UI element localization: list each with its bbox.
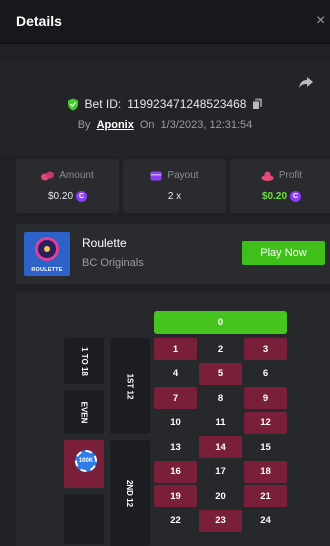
number-cell-7[interactable]: 7 [154, 387, 197, 409]
profit-icon [261, 171, 274, 181]
amount-card: Amount $0.20 C [16, 159, 119, 213]
game-thumbnail[interactable]: ROULETTE [24, 232, 70, 276]
number-cell-23[interactable]: 23 [199, 509, 242, 532]
coins-icon [41, 171, 55, 180]
game-provider: BC Originals [82, 257, 144, 269]
profit-label: Profit [278, 170, 303, 181]
number-cell-6[interactable]: 6 [244, 362, 287, 385]
profit-value: $0.20 [261, 191, 288, 202]
bet-stats: Amount $0.20 C Payout 2 x Profit $0.20 C [16, 159, 330, 213]
outside-bet-column[interactable] [64, 494, 104, 544]
details-header: Details × [0, 0, 330, 44]
page-title: Details [16, 13, 62, 29]
number-cell-5[interactable]: 5 [199, 362, 242, 385]
payout-label: Payout [167, 170, 199, 181]
by-label: By [77, 119, 91, 131]
user-link[interactable]: Aponix [97, 119, 134, 131]
number-cell-14[interactable]: 14 [199, 436, 242, 458]
number-cell-16[interactable]: 16 [154, 460, 197, 483]
game-name: Roulette [82, 236, 127, 250]
close-icon[interactable]: × [316, 12, 328, 30]
amount-value: $0.20 [47, 191, 74, 202]
number-cell-13[interactable]: 13 [154, 436, 197, 458]
roulette-board: 0 1 TO 18 EVEN 100K 1ST 12 2ND 12 123456… [16, 292, 330, 546]
copy-icon[interactable] [252, 98, 263, 110]
thumbnail-label: ROULETTE [31, 267, 63, 273]
share-icon[interactable] [298, 74, 314, 90]
number-cell-20[interactable]: 20 [199, 485, 242, 507]
number-cell-8[interactable]: 8 [199, 387, 242, 409]
bet-id-label: Bet ID: [84, 97, 122, 111]
bet-id-row: Bet ID: 119923471248523468 [0, 96, 330, 112]
bet-meta-row: By Aponix On 1/3/2023, 12:31:54 [0, 117, 330, 133]
payout-value: 2 x [167, 191, 182, 202]
game-card: ROULETTE Roulette BC Originals Play Now [16, 224, 330, 284]
number-cell-12[interactable]: 12 [244, 411, 287, 434]
number-cell-2[interactable]: 2 [199, 338, 242, 360]
profit-card: Profit $0.20 C [230, 159, 330, 213]
number-cell-24[interactable]: 24 [244, 509, 287, 532]
coin-icon: C [76, 191, 88, 202]
play-now-button[interactable]: Play Now [242, 241, 325, 265]
amount-label: Amount [59, 170, 94, 181]
on-label: On [139, 119, 155, 131]
number-cell-22[interactable]: 22 [154, 509, 197, 532]
number-cell-3[interactable]: 3 [244, 338, 287, 360]
payout-card: Payout 2 x [123, 159, 226, 213]
roulette-wheel-icon [35, 237, 59, 261]
bet-id-value: 119923471248523468 [127, 97, 247, 111]
number-cell-21[interactable]: 21 [244, 485, 287, 507]
number-cell-4[interactable]: 4 [154, 362, 197, 385]
zero-cell[interactable]: 0 [154, 311, 287, 334]
number-cell-15[interactable]: 15 [244, 436, 287, 458]
number-cell-10[interactable]: 10 [154, 411, 197, 434]
outside-bet-even[interactable]: EVEN [64, 390, 104, 434]
number-cell-19[interactable]: 19 [154, 485, 197, 507]
number-cell-1[interactable]: 1 [154, 338, 197, 360]
coin-icon: C [290, 191, 302, 202]
bet-chip: 100K [75, 450, 97, 472]
number-cell-17[interactable]: 17 [199, 460, 242, 483]
number-cell-11[interactable]: 11 [199, 411, 242, 434]
number-cell-18[interactable]: 18 [244, 460, 287, 483]
wallet-icon [150, 171, 162, 180]
bet-datetime: 1/3/2023, 12:31:54 [160, 119, 253, 131]
outside-bet-red[interactable]: 100K [64, 440, 104, 488]
dozen-bet-first[interactable]: 1ST 12 [110, 338, 150, 434]
dozen-bet-second[interactable]: 2ND 12 [110, 440, 150, 546]
outside-bet-low[interactable]: 1 TO 18 [64, 338, 104, 384]
number-cell-9[interactable]: 9 [244, 387, 287, 409]
verified-shield-icon [67, 98, 78, 110]
